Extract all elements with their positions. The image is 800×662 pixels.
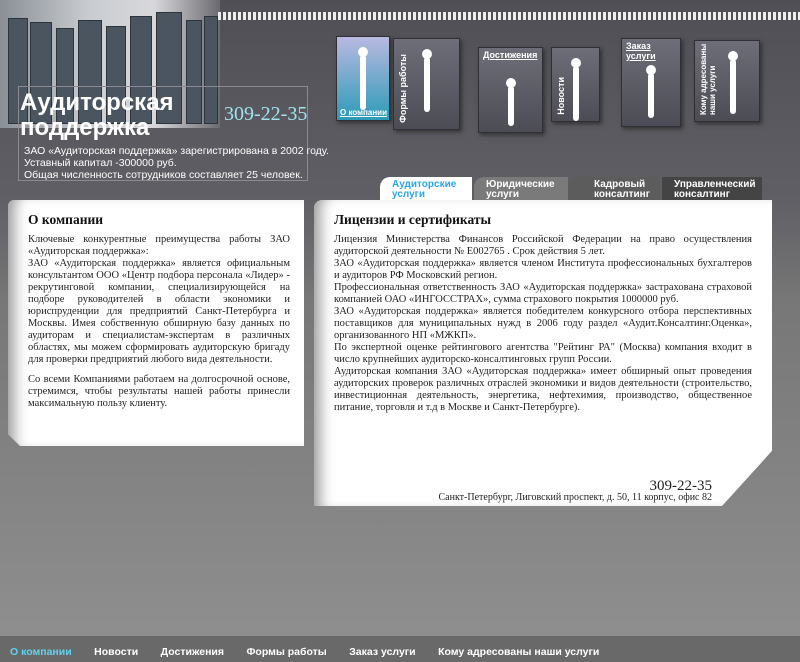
tab-legal[interactable]: Юридические услуги <box>474 177 568 201</box>
footer-link-news[interactable]: Новости <box>94 646 138 658</box>
tab-audit[interactable]: Аудиторские услуги <box>380 177 472 201</box>
nav-card-order[interactable]: Заказ услуги <box>621 38 681 127</box>
about-paragraph: ЗАО «Аудиторская поддержка» является офи… <box>28 258 290 365</box>
licenses-paragraph: ЗАО «Аудиторская поддержка» является чле… <box>334 258 752 281</box>
about-title: О компании <box>28 212 104 227</box>
footer-link-audience[interactable]: Кому адресованы наши услуги <box>438 646 599 658</box>
about-paragraph: Ключевые конкурентные преимущества работ… <box>28 234 290 257</box>
nav-card-news[interactable]: Новости <box>551 47 600 122</box>
person-icon-body <box>572 66 579 121</box>
nav-card-audience[interactable]: Кому адресованы наши услуги <box>694 40 760 122</box>
footer-link-order[interactable]: Заказ услуги <box>349 646 415 658</box>
licenses-paragraph: По экспертной оценке рейтингового агентс… <box>334 342 752 365</box>
footer-link-about[interactable]: О компании <box>10 646 72 658</box>
tab-management[interactable]: Управленческий консалтинг <box>662 177 762 201</box>
person-icon-body <box>648 73 654 118</box>
logo-line1: Аудиторская <box>20 89 174 116</box>
nav-card-label: Достижения <box>483 50 538 60</box>
contact-address: Санкт-Петербург, Лиговский проспект, д. … <box>438 492 712 503</box>
person-icon-body <box>360 55 366 110</box>
nav-card-label: Новости <box>556 77 566 115</box>
footer-link-achievements[interactable]: Достижения <box>161 646 224 658</box>
tab-label: Управленческий консалтинг <box>674 179 756 200</box>
logo[interactable]: Аудиторская поддержка <box>20 90 174 140</box>
nav-card-about[interactable]: О компании <box>336 36 390 121</box>
licenses-paragraph: ЗАО «Аудиторская поддержка» является поб… <box>334 306 752 341</box>
nav-card-achievements[interactable]: Достижения <box>478 47 543 133</box>
person-icon-body <box>423 57 430 112</box>
licenses-paragraph: Профессиональная ответственность ЗАО «Ау… <box>334 282 752 305</box>
licenses-panel: Лицензии и сертификаты Лицензия Министер… <box>314 200 772 506</box>
tab-label: Аудиторские услуги <box>392 179 457 200</box>
nav-card-label: Заказ услуги <box>626 41 656 61</box>
footer-link-forms[interactable]: Формы работы <box>246 646 326 658</box>
tab-label: Кадровый консалтинг <box>594 179 650 200</box>
intro-line: Общая численность сотрудников составляет… <box>24 169 303 181</box>
footer-nav: О компании Новости Достижения Формы рабо… <box>0 636 800 662</box>
tab-label: Юридические услуги <box>486 179 555 200</box>
logo-line2: поддержка <box>20 114 150 141</box>
nav-card-label: Формы работы <box>398 54 408 123</box>
person-icon-body <box>507 86 514 126</box>
nav-card-label: Кому адресованы наши услуги <box>699 43 717 115</box>
person-icon-body <box>730 59 737 114</box>
header-decoration <box>218 12 800 20</box>
nav-card-label: О компании <box>340 108 387 117</box>
nav-card-forms[interactable]: Формы работы <box>393 38 460 130</box>
tab-hr[interactable]: Кадровый консалтинг <box>568 177 660 201</box>
header-phone: 309-22-35 <box>224 103 308 125</box>
licenses-paragraph: Аудиторская компания ЗАО «Аудиторская по… <box>334 366 752 413</box>
licenses-paragraph: Лицензия Министерства Финансов Российско… <box>334 234 752 257</box>
intro-text: ЗАО «Аудиторская поддержка» зарегистриро… <box>24 145 329 181</box>
intro-line: Уставный капитал -300000 руб. <box>24 157 177 169</box>
intro-line: ЗАО «Аудиторская поддержка» зарегистриро… <box>24 145 329 157</box>
about-paragraph: Со всеми Компаниями работаем на долгосро… <box>28 374 290 409</box>
licenses-title: Лицензии и сертификаты <box>334 212 492 227</box>
about-panel: О компании Ключевые конкурентные преимущ… <box>8 200 304 446</box>
